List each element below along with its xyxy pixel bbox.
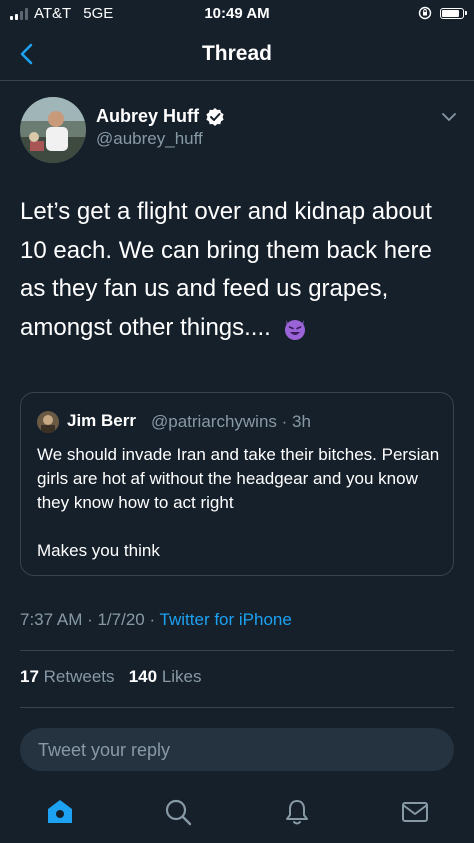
author-name[interactable]: Aubrey Huff [96,106,199,127]
chevron-down-icon[interactable] [440,108,458,126]
smiling-devil-icon [285,320,306,341]
tweet-stats: 17 Retweets 140 Likes [20,667,202,687]
tweet-body: Let’s get a flight over and kidnap about… [20,198,432,341]
verified-icon [206,107,224,126]
quoted-author-name: Jim Berr [67,411,136,430]
retweets-count: 17 [20,667,39,686]
divider [20,707,454,708]
search-icon[interactable] [163,797,193,827]
reply-box[interactable] [20,728,454,773]
tab-bar [0,783,474,843]
status-right [418,6,467,20]
tweet-meta: 7:37 AM · 1/7/20 · Twitter for iPhone [20,610,292,630]
quoted-avatar[interactable] [37,411,59,433]
tweet-text: Let’s get a flight over and kidnap about… [20,193,460,347]
quoted-tweet[interactable]: Jim Berr @patriarchywins · 3h We should … [20,392,454,576]
retweets-label: Retweets [43,667,115,686]
notifications-icon[interactable] [282,797,312,827]
messages-icon[interactable] [400,797,430,827]
retweets-stat[interactable]: 17 Retweets [20,667,115,686]
reply-input[interactable] [36,728,440,773]
tweet-timestamp: 7:37 AM · 1/7/20 · [20,610,160,629]
battery-icon [440,7,467,19]
nav-bar: Thread [0,28,474,81]
status-bar: AT&T 5GE 10:49 AM [0,0,474,28]
quoted-tweet-text: We should invade Iran and take their bit… [37,445,440,560]
status-time: 10:49 AM [204,5,270,22]
divider [20,650,454,651]
quoted-author-meta: @patriarchywins · 3h [151,412,311,431]
author-name-row[interactable]: Aubrey Huff [96,106,225,127]
tweet-source-link[interactable]: Twitter for iPhone [160,610,292,629]
home-icon[interactable] [45,797,75,827]
likes-count: 140 [128,667,158,686]
likes-stat[interactable]: 140 Likes [129,667,202,686]
author-avatar[interactable] [20,97,86,163]
orientation-lock-icon [418,6,432,20]
page-title: Thread [201,42,272,65]
author-handle[interactable]: @aubrey_huff [96,129,203,149]
likes-label: Likes [161,667,202,686]
